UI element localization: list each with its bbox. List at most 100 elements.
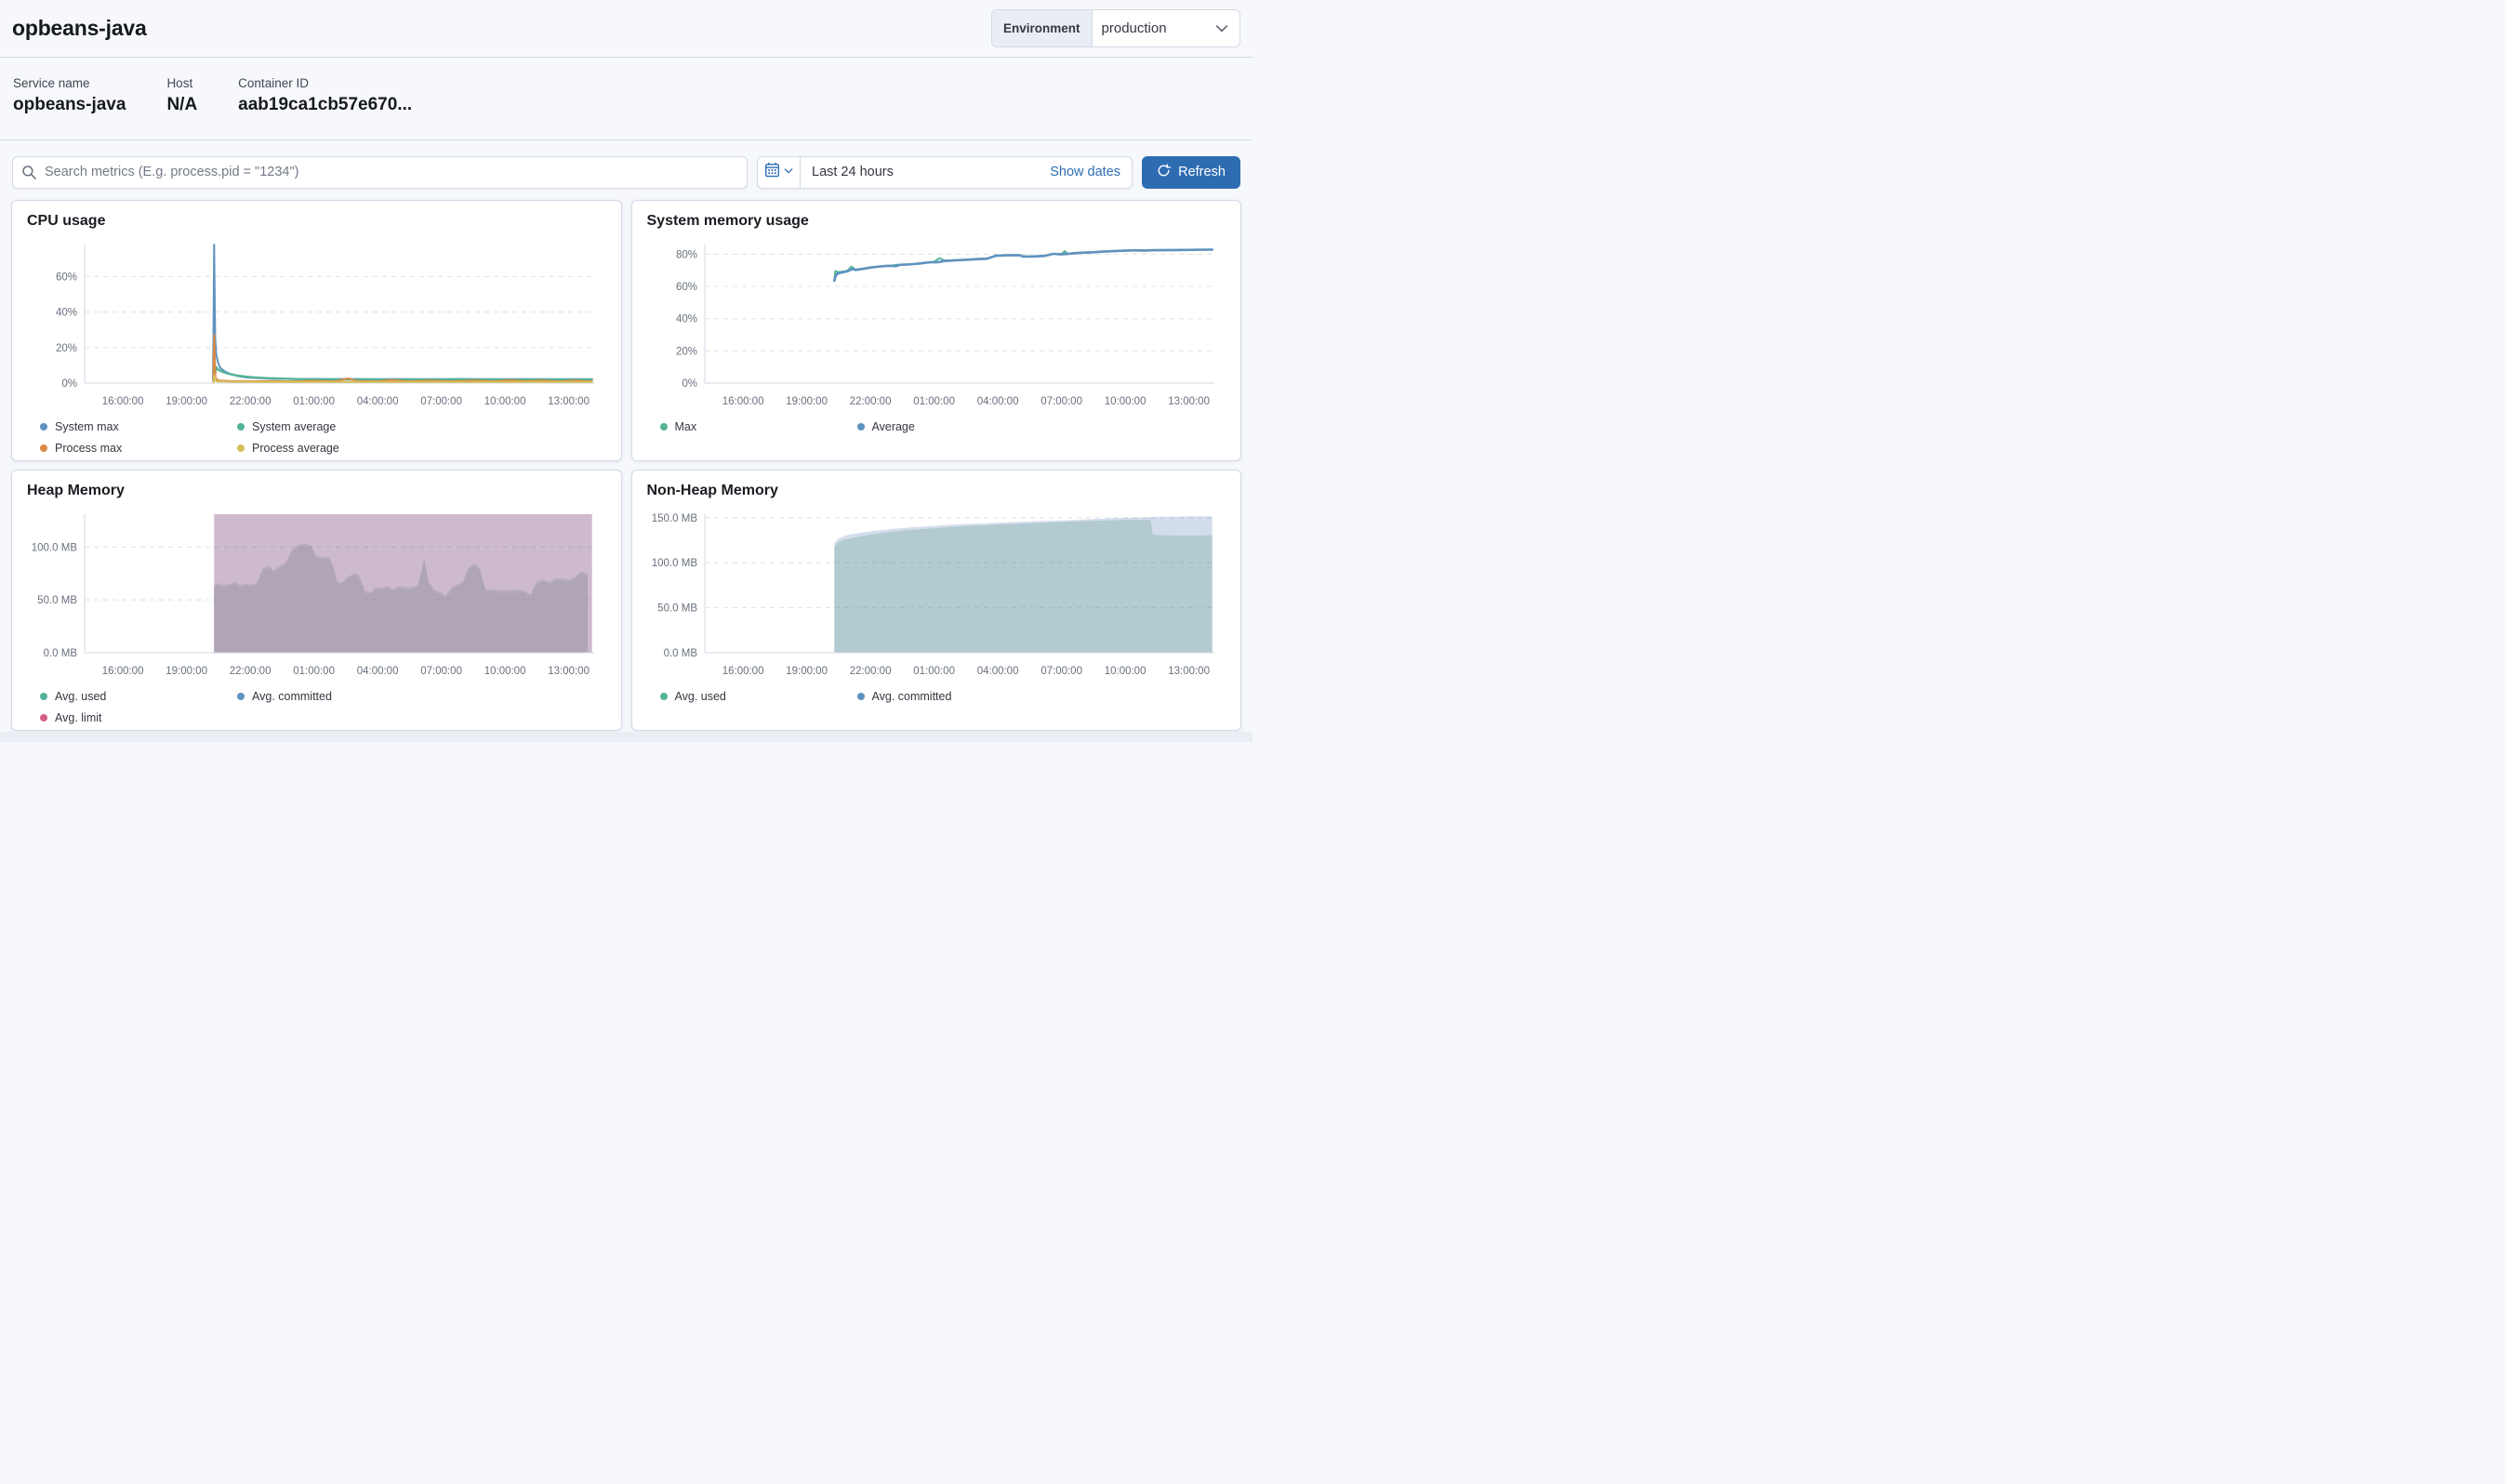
chart-legend: System max System average Process max Proce… bbox=[27, 420, 606, 463]
svg-text:22:00:00: 22:00:00 bbox=[849, 666, 891, 677]
stat-label: Host bbox=[166, 76, 197, 90]
legend-label: Average bbox=[872, 420, 915, 433]
refresh-label: Refresh bbox=[1178, 165, 1226, 179]
svg-text:07:00:00: 07:00:00 bbox=[1040, 396, 1082, 407]
legend-dot-icon bbox=[40, 693, 47, 700]
svg-text:16:00:00: 16:00:00 bbox=[722, 666, 763, 677]
svg-text:13:00:00: 13:00:00 bbox=[548, 666, 590, 677]
legend-dot-icon bbox=[660, 423, 668, 431]
svg-text:0.0 MB: 0.0 MB bbox=[663, 648, 697, 659]
svg-text:60%: 60% bbox=[675, 282, 696, 293]
svg-text:07:00:00: 07:00:00 bbox=[420, 396, 462, 407]
system-memory-usage-chart: 0%20%40%60%80%16:00:0019:00:0022:00:0001… bbox=[647, 239, 1224, 411]
legend-dot-icon bbox=[237, 693, 245, 700]
date-picker: Last 24 hours Show dates bbox=[757, 156, 1133, 189]
svg-text:40%: 40% bbox=[675, 314, 696, 325]
svg-text:13:00:00: 13:00:00 bbox=[548, 396, 590, 407]
legend-dot-icon bbox=[237, 444, 245, 452]
legend-item[interactable]: Average bbox=[857, 420, 1054, 433]
date-picker-quick-menu-button[interactable] bbox=[758, 157, 801, 188]
date-range-display[interactable]: Last 24 hours bbox=[801, 157, 1039, 188]
legend-item[interactable]: Max bbox=[660, 420, 857, 433]
stat-label: Container ID bbox=[238, 76, 412, 90]
search-field-wrap bbox=[12, 156, 748, 189]
refresh-icon bbox=[1157, 164, 1171, 181]
stat-value: aab19ca1cb57e670... bbox=[238, 95, 412, 115]
stat-host: Host N/A bbox=[166, 76, 197, 139]
legend-dot-icon bbox=[660, 693, 668, 700]
svg-text:40%: 40% bbox=[56, 308, 77, 319]
legend-item[interactable]: System max bbox=[40, 420, 237, 433]
svg-text:19:00:00: 19:00:00 bbox=[166, 396, 207, 407]
legend-label: Process max bbox=[55, 442, 122, 455]
legend-label: Avg. committed bbox=[872, 690, 952, 703]
svg-text:10:00:00: 10:00:00 bbox=[484, 396, 526, 407]
svg-text:19:00:00: 19:00:00 bbox=[786, 396, 828, 407]
svg-text:01:00:00: 01:00:00 bbox=[293, 396, 335, 407]
svg-text:0%: 0% bbox=[682, 378, 697, 390]
svg-text:22:00:00: 22:00:00 bbox=[230, 396, 272, 407]
stat-service-name: Service name opbeans-java bbox=[13, 76, 126, 139]
legend-dot-icon bbox=[40, 423, 47, 431]
legend-dot-icon bbox=[40, 444, 47, 452]
svg-text:22:00:00: 22:00:00 bbox=[230, 666, 272, 677]
svg-text:20%: 20% bbox=[56, 343, 77, 354]
svg-text:04:00:00: 04:00:00 bbox=[357, 666, 399, 677]
chart-legend: Avg. used Avg. committed bbox=[647, 690, 1226, 711]
heap-memory-chart: 0.0 MB50.0 MB100.0 MB16:00:0019:00:0022:… bbox=[27, 509, 603, 681]
chart-legend: Avg. used Avg. committedAvg. limit bbox=[27, 690, 606, 733]
svg-text:16:00:00: 16:00:00 bbox=[102, 666, 144, 677]
legend-item[interactable]: System average bbox=[237, 420, 434, 433]
legend-label: Max bbox=[675, 420, 697, 433]
legend-label: System max bbox=[55, 420, 119, 433]
svg-text:16:00:00: 16:00:00 bbox=[102, 396, 144, 407]
svg-text:13:00:00: 13:00:00 bbox=[1168, 666, 1210, 677]
svg-text:04:00:00: 04:00:00 bbox=[976, 666, 1018, 677]
stat-value: N/A bbox=[166, 95, 197, 115]
svg-text:13:00:00: 13:00:00 bbox=[1168, 396, 1210, 407]
legend-item[interactable]: Avg. limit bbox=[40, 711, 237, 724]
svg-text:50.0 MB: 50.0 MB bbox=[37, 595, 77, 606]
legend-dot-icon bbox=[857, 423, 865, 431]
page-bottom-strip bbox=[0, 732, 1252, 742]
refresh-button[interactable]: Refresh bbox=[1142, 156, 1240, 189]
environment-label: Environment bbox=[992, 10, 1093, 46]
svg-text:80%: 80% bbox=[675, 249, 696, 260]
svg-text:150.0 MB: 150.0 MB bbox=[651, 513, 697, 524]
legend-item[interactable]: Avg. used bbox=[40, 690, 237, 703]
search-input[interactable] bbox=[12, 156, 748, 189]
legend-label: Avg. used bbox=[55, 690, 106, 703]
legend-item[interactable]: Process max bbox=[40, 442, 237, 455]
legend-dot-icon bbox=[237, 423, 245, 431]
non-heap-memory-chart: 0.0 MB50.0 MB100.0 MB150.0 MB16:00:0019:… bbox=[647, 509, 1224, 681]
stat-container-id: Container ID aab19ca1cb57e670... bbox=[238, 76, 412, 139]
legend-label: Avg. used bbox=[675, 690, 726, 703]
svg-text:16:00:00: 16:00:00 bbox=[722, 396, 763, 407]
legend-dot-icon bbox=[857, 693, 865, 700]
non-heap-memory-panel: Non-Heap Memory 0.0 MB50.0 MB100.0 MB150… bbox=[631, 470, 1242, 731]
svg-text:60%: 60% bbox=[56, 272, 77, 283]
environment-select[interactable]: Environment production bbox=[991, 9, 1240, 47]
svg-text:04:00:00: 04:00:00 bbox=[357, 396, 399, 407]
legend-label: Process average bbox=[252, 442, 339, 455]
cpu-usage-panel: CPU usage 0%20%40%60%16:00:0019:00:0022:… bbox=[11, 200, 622, 461]
chart-title: Heap Memory bbox=[27, 483, 606, 499]
svg-text:19:00:00: 19:00:00 bbox=[166, 666, 207, 677]
show-dates-button[interactable]: Show dates bbox=[1039, 157, 1132, 188]
chart-title: System memory usage bbox=[647, 213, 1226, 230]
svg-text:10:00:00: 10:00:00 bbox=[1104, 396, 1146, 407]
svg-text:01:00:00: 01:00:00 bbox=[293, 666, 335, 677]
svg-text:19:00:00: 19:00:00 bbox=[786, 666, 828, 677]
svg-text:10:00:00: 10:00:00 bbox=[484, 666, 526, 677]
legend-item[interactable]: Avg. committed bbox=[237, 690, 434, 703]
legend-item[interactable]: Process average bbox=[237, 442, 434, 455]
app-header: opbeans-java Environment production bbox=[0, 0, 1252, 58]
chart-title: Non-Heap Memory bbox=[647, 483, 1226, 499]
svg-text:10:00:00: 10:00:00 bbox=[1104, 666, 1146, 677]
svg-text:0.0 MB: 0.0 MB bbox=[44, 648, 78, 659]
svg-text:07:00:00: 07:00:00 bbox=[420, 666, 462, 677]
legend-item[interactable]: Avg. used bbox=[660, 690, 857, 703]
environment-value: production bbox=[1093, 10, 1215, 46]
calendar-icon bbox=[764, 162, 780, 182]
legend-item[interactable]: Avg. committed bbox=[857, 690, 1054, 703]
